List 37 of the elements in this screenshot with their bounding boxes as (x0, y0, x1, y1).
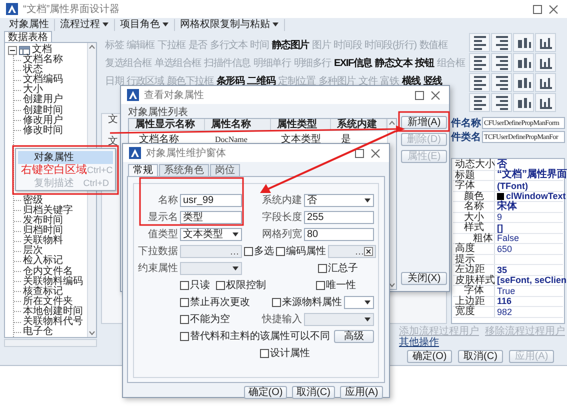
property-name: 皮肤样式 (455, 274, 495, 286)
property-name: 高度 (455, 243, 475, 254)
table-cell-text: 文档名称 (138, 132, 180, 145)
property-name: 标题 (455, 170, 475, 180)
property-name: 宽度 (455, 306, 475, 317)
property-name: 上边距 (455, 296, 485, 306)
canvas-label: 文 (108, 114, 118, 125)
table-cell-text: DocName (214, 134, 248, 145)
field-label: 系统内建 (262, 195, 302, 206)
window-title: 对象属性维护窗体 (146, 148, 226, 158)
table-cell-text: 文本类型 (280, 132, 322, 145)
field-label: 值类型 (147, 229, 178, 240)
property-name: 左边距 (455, 264, 485, 275)
field-label: 快捷输入 (262, 314, 302, 325)
window-title: 查看对象属性 (144, 90, 204, 100)
field-label: 件类名 (451, 132, 481, 142)
field-label: 下拉数据 (138, 246, 178, 257)
property-name: 提示 (455, 254, 475, 264)
field-label: 网格列宽 (262, 229, 302, 240)
annotation-label: 右键空白区域 (21, 165, 87, 176)
field-label: 名称 (157, 195, 178, 206)
property-name: 颜色 (464, 190, 484, 202)
property-name: 动态大小 (455, 159, 495, 170)
property-name: 样式 (464, 222, 484, 233)
property-name: 字体 (464, 285, 484, 296)
table-cell-text: 是 (340, 133, 352, 145)
window-title: “文档”属性界面设计器 (23, 4, 120, 14)
property-name: 粗体 (473, 232, 493, 244)
property-name: 字体 (455, 180, 475, 191)
property-name: 名称 (464, 201, 484, 212)
canvas-label: 文 (108, 136, 118, 147)
field-label: 显示名 (147, 212, 178, 223)
field-label: 件名称 (451, 118, 481, 128)
list-label: 对象属性列表 (128, 107, 189, 118)
property-name: 大小 (464, 212, 484, 222)
field-label: 字段长度 (262, 212, 302, 223)
field-label: 约束属性 (138, 263, 178, 274)
